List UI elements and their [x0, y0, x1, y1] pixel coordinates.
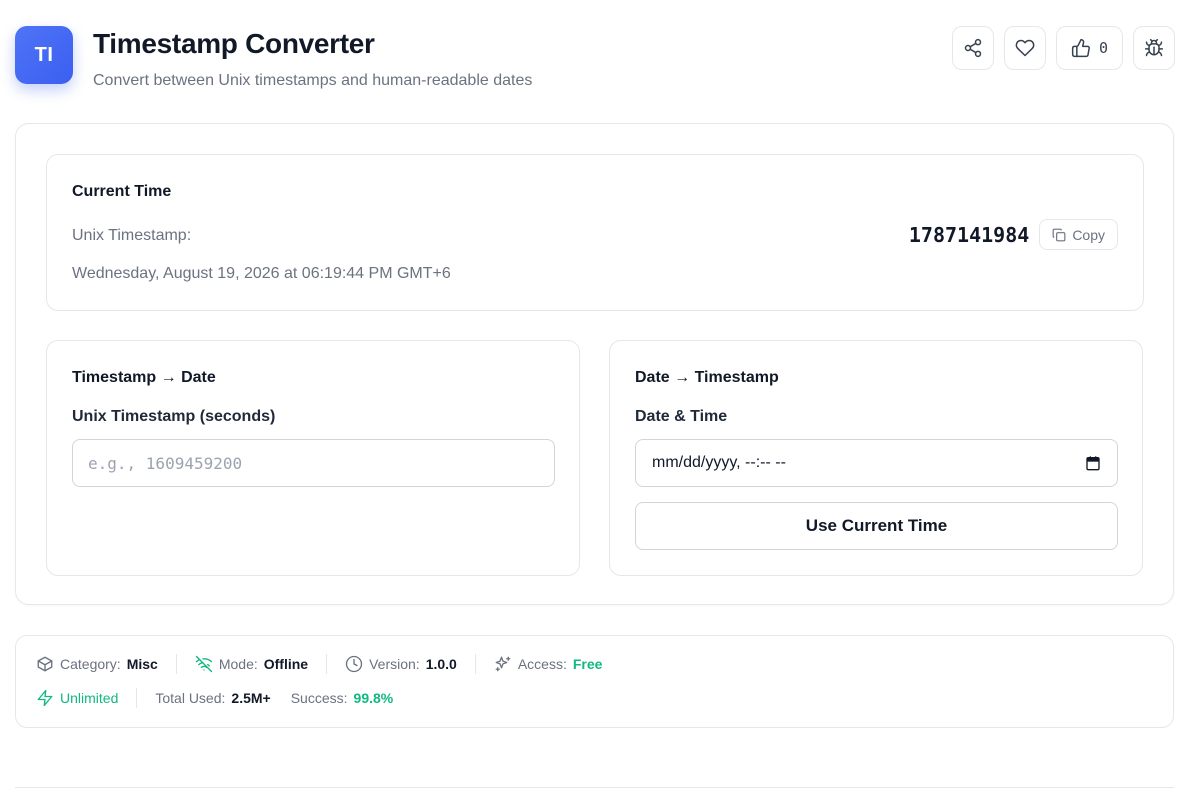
total-used-label: Total Used: [155, 690, 226, 706]
unix-timestamp-label: Unix Timestamp: [72, 227, 192, 244]
stat-divider [136, 688, 138, 708]
stat-access: Access: Free [494, 655, 603, 673]
date-to-timestamp-panel: Date → Timestamp Date & Time mm/dd/yyyy,… [609, 340, 1143, 576]
current-timestamp-group: 1787141984 Copy [909, 219, 1118, 250]
stat-mode: Mode: Offline [195, 655, 308, 673]
tool-logo: TI [15, 26, 73, 84]
footer-divider [15, 787, 1174, 788]
stat-divider [175, 654, 177, 674]
success-label: Success: [290, 690, 348, 706]
version-label: Version: [369, 656, 420, 672]
box-icon [37, 656, 53, 672]
like-count: 0 [1098, 39, 1108, 57]
copy-button-label: Copy [1072, 226, 1105, 243]
wifi-off-icon [195, 655, 213, 673]
copy-timestamp-button[interactable]: Copy [1039, 219, 1118, 250]
current-timestamp-value: 1787141984 [908, 222, 1030, 247]
stats-row-1: Category: Misc Mode: Offline Version: 1.… [36, 654, 602, 674]
page-title: Timestamp Converter [93, 28, 375, 59]
converter-card: Current Time Unix Timestamp: 1787141984 … [15, 123, 1174, 605]
share-button[interactable] [951, 26, 994, 70]
stat-divider [326, 654, 328, 674]
unix-timestamp-input[interactable] [72, 439, 555, 487]
copy-icon [1052, 228, 1066, 241]
version-value: 1.0.0 [425, 656, 457, 672]
stat-category: Category: Misc [36, 655, 158, 673]
stat-limit: Unlimited [36, 689, 118, 707]
limit-value: Unlimited [60, 690, 119, 706]
thumbs-up-icon [1071, 38, 1090, 58]
mode-value: Offline [263, 656, 309, 672]
current-time-card: Current Time Unix Timestamp: 1787141984 … [46, 154, 1144, 311]
stat-version: Version: 1.0.0 [345, 655, 457, 673]
report-bug-button[interactable] [1133, 26, 1175, 70]
date-to-timestamp-title: Date → Timestamp [635, 369, 779, 386]
sparkles-icon [495, 656, 511, 672]
unix-timestamp-input-label: Unix Timestamp (seconds) [72, 408, 276, 425]
header-actions: 0 [951, 26, 1175, 70]
current-time-title: Current Time [72, 183, 172, 200]
like-button[interactable]: 0 [1055, 26, 1123, 70]
timestamp-to-date-title: Timestamp → Date [72, 369, 216, 386]
stat-success: Success: 99.8% [291, 690, 394, 706]
datetime-input[interactable]: mm/dd/yyyy, --:-- -- [635, 439, 1118, 487]
page-header: TI Timestamp Converter Convert between U… [15, 26, 1175, 96]
stats-row-2: Unlimited Total Used: 2.5M+ Success: 99.… [36, 688, 393, 708]
datetime-placeholder: mm/dd/yyyy, --:-- -- [652, 454, 786, 471]
current-date-text: Wednesday, August 19, 2026 at 06:19:44 P… [72, 265, 451, 282]
date-time-input-label: Date & Time [635, 408, 728, 425]
share-icon [964, 38, 982, 58]
page-subtitle: Convert between Unix timestamps and huma… [93, 72, 533, 89]
stat-divider [474, 654, 476, 674]
heart-icon [1015, 39, 1035, 57]
category-label: Category: [60, 656, 121, 672]
calendar-icon[interactable] [1085, 455, 1101, 471]
stat-total-used: Total Used: 2.5M+ [155, 690, 270, 706]
category-value: Misc [126, 656, 158, 672]
mode-label: Mode: [218, 656, 258, 672]
access-value: Free [572, 656, 603, 672]
favorite-button[interactable] [1003, 26, 1046, 70]
zap-icon [37, 689, 53, 707]
clock-icon [345, 655, 363, 673]
total-used-value: 2.5M+ [231, 690, 271, 706]
success-value: 99.8% [353, 690, 394, 706]
timestamp-to-date-panel: Timestamp → Date Unix Timestamp (seconds… [46, 340, 580, 576]
bug-icon [1144, 38, 1164, 57]
use-current-time-button[interactable]: Use Current Time [635, 502, 1118, 550]
tool-stats-bar: Category: Misc Mode: Offline Version: 1.… [15, 635, 1174, 728]
access-label: Access: [517, 656, 567, 672]
